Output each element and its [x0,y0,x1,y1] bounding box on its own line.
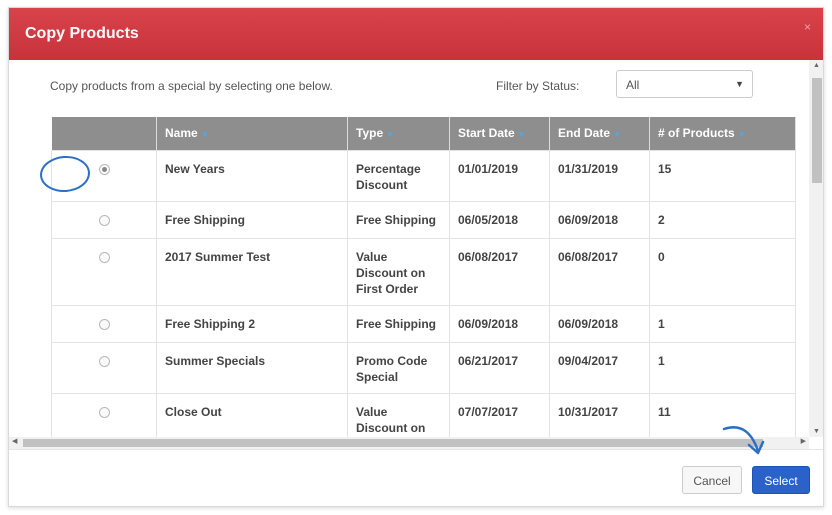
cell-start-date: 06/05/2018 [449,200,550,239]
table-row[interactable]: Summer Specials Promo Code Special 06/21/2… [51,341,796,394]
column-header-product-count[interactable]: # of Products ▼ [649,117,796,150]
vertical-scrollbar[interactable]: ▲ ▼ [809,60,823,437]
cell-type: Value Discount on First Order [347,237,450,306]
cancel-button[interactable]: Cancel [682,466,742,494]
cell-start-date: 06/21/2017 [449,341,550,394]
cell-name: New Years [156,149,348,202]
sort-icon: ▼ [613,130,621,140]
cell-end-date: 01/31/2019 [549,149,650,202]
table-row[interactable]: 2017 Summer Test Value Discount on First … [51,237,796,306]
modal-footer: Cancel Select [9,449,823,506]
filter-label: Filter by Status: [496,79,580,93]
cell-end-date: 06/08/2017 [549,237,650,306]
scroll-right-icon[interactable]: ▶ [801,437,806,445]
cell-product-count: 0 [649,237,796,306]
row-select-cell [51,304,157,343]
cell-name: Free Shipping 2 [156,304,348,343]
cell-end-date: 09/04/2017 [549,341,650,394]
cell-start-date: 06/08/2017 [449,237,550,306]
row-radio-button[interactable] [98,163,110,175]
scroll-left-icon[interactable]: ◀ [12,437,17,445]
cell-name: Free Shipping [156,200,348,239]
row-radio-button[interactable] [98,406,110,418]
modal-body: Copy products from a special by selectin… [9,60,809,437]
cell-start-date: 01/01/2019 [449,149,550,202]
sort-icon: ▼ [386,130,395,140]
cell-end-date: 10/31/2017 [549,392,650,437]
column-header-end-date[interactable]: End Date ▼ [549,117,650,150]
row-select-cell [51,392,157,437]
vertical-scroll-thumb[interactable] [812,78,822,183]
modal-title: Copy Products [25,25,139,42]
table-row[interactable]: Free Shipping Free Shipping 06/05/2018 06/0… [51,200,796,239]
row-select-cell [51,200,157,239]
close-icon[interactable]: × [804,20,811,34]
row-radio-button[interactable] [98,251,110,263]
row-radio-button[interactable] [98,214,110,226]
modal-header: Copy Products × [9,8,823,60]
row-select-cell [51,149,157,202]
cell-type: Promo Code Special [347,341,450,394]
cell-product-count: 11 [649,392,796,437]
table-row[interactable]: New Years Percentage Discount 01/01/2019 01… [51,149,796,202]
row-select-cell [51,237,157,306]
cell-start-date: 07/07/2017 [449,392,550,437]
select-button[interactable]: Select [752,466,810,494]
sort-icon: ▼ [200,130,209,140]
table-header-row: Name ▼ Type ▼ Start Date ▼ End Date ▼ # of P… [51,117,796,150]
select-column-header [51,117,157,150]
sort-icon: ▼ [737,130,746,140]
cell-product-count: 15 [649,149,796,202]
cell-start-date: 06/09/2018 [449,304,550,343]
table-row[interactable]: Close Out Value Discount on 07/07/2017 10/3… [51,392,796,437]
cell-product-count: 1 [649,341,796,394]
cell-name: Close Out [156,392,348,437]
scroll-down-icon[interactable]: ▼ [813,428,820,435]
status-filter-select[interactable]: All ▼ [616,70,753,98]
cell-type: Free Shipping [347,200,450,239]
cell-product-count: 1 [649,304,796,343]
cell-product-count: 2 [649,200,796,239]
cell-end-date: 06/09/2018 [549,304,650,343]
status-filter-value: All [626,78,640,92]
horizontal-scroll-thumb[interactable] [23,439,763,447]
copy-products-modal: Copy Products × Copy products from a spe… [8,7,824,507]
chevron-down-icon: ▼ [735,79,744,89]
row-radio-button[interactable] [98,355,110,367]
column-header-start-date[interactable]: Start Date ▼ [449,117,550,150]
column-header-type[interactable]: Type ▼ [347,117,450,150]
cell-type: Free Shipping [347,304,450,343]
table-row[interactable]: Free Shipping 2 Free Shipping 06/09/2018 06… [51,304,796,343]
specials-table: Name ▼ Type ▼ Start Date ▼ End Date ▼ # of P… [51,117,796,437]
cell-type: Value Discount on [347,392,450,437]
cell-type: Percentage Discount [347,149,450,202]
scroll-up-icon[interactable]: ▲ [813,62,820,69]
column-header-name[interactable]: Name ▼ [156,117,348,150]
sort-icon: ▼ [517,130,526,140]
cell-end-date: 06/09/2018 [549,200,650,239]
cell-name: 2017 Summer Test [156,237,348,306]
row-select-cell [51,341,157,394]
row-radio-button[interactable] [98,318,110,330]
cell-name: Summer Specials [156,341,348,394]
intro-text: Copy products from a special by selectin… [50,79,333,93]
horizontal-scrollbar[interactable]: ◀ ▶ [9,437,809,449]
